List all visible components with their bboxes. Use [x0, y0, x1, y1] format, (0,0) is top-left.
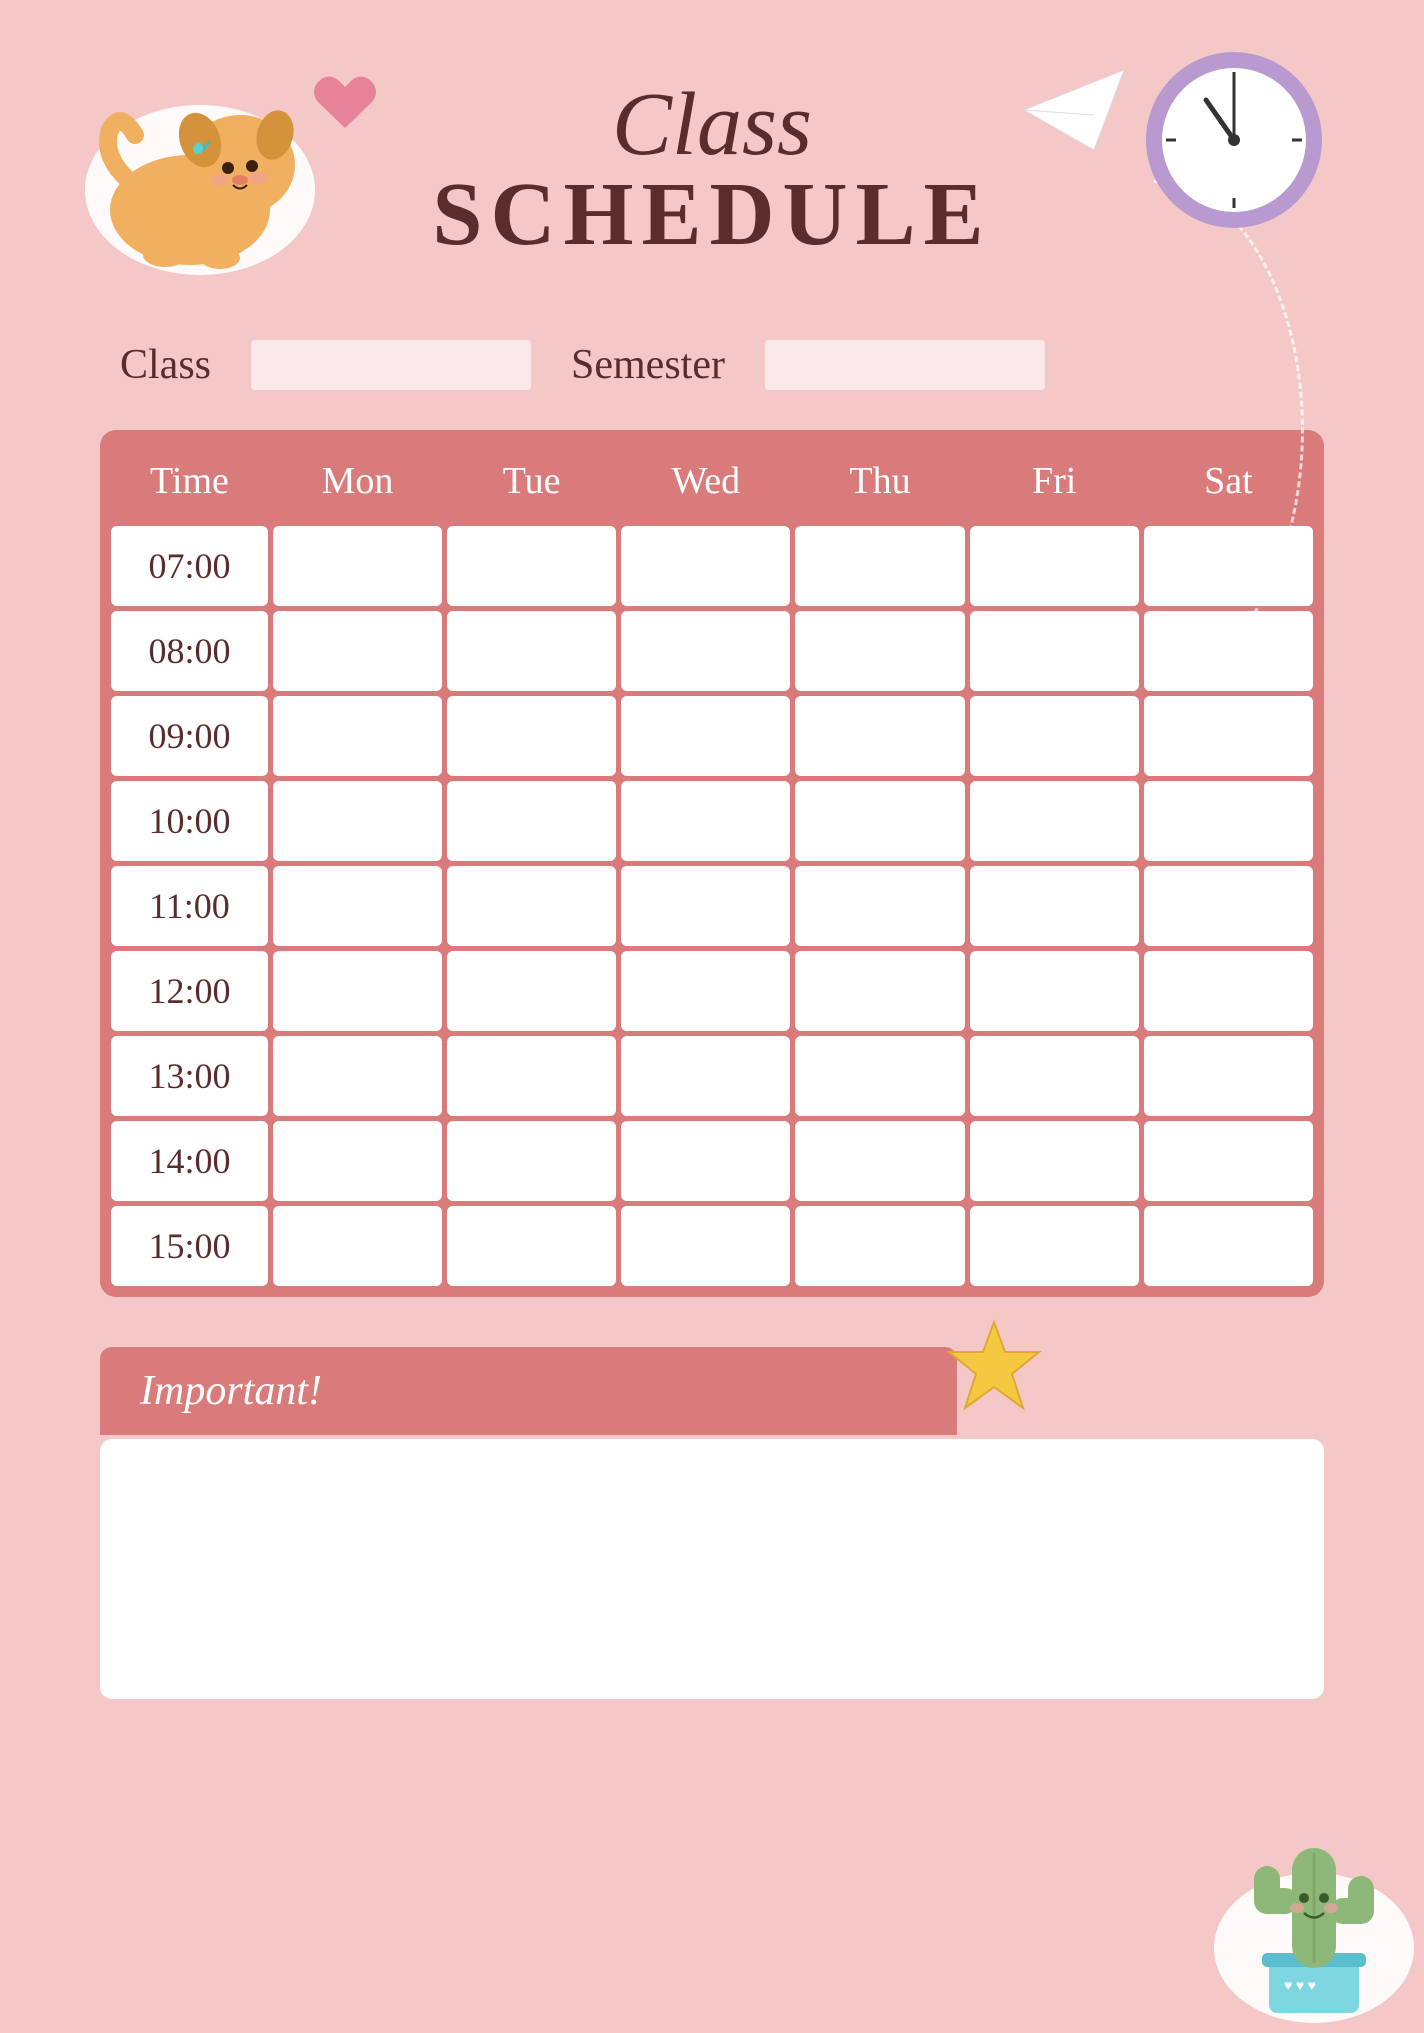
- table-row: 12:00: [111, 951, 1313, 1031]
- schedule-cell-2-0[interactable]: [273, 696, 442, 776]
- clock-illustration: [1144, 50, 1324, 230]
- schedule-cell-4-3[interactable]: [795, 866, 964, 946]
- schedule-cell-2-1[interactable]: [447, 696, 616, 776]
- header-wed: Wed: [621, 441, 790, 521]
- table-row: 15:00: [111, 1206, 1313, 1286]
- schedule-cell-5-2[interactable]: [621, 951, 790, 1031]
- schedule-cell-5-5[interactable]: [1144, 951, 1313, 1031]
- time-cell-4: 11:00: [111, 866, 268, 946]
- schedule-cell-0-4[interactable]: [970, 526, 1139, 606]
- table-row: 09:00: [111, 696, 1313, 776]
- schedule-cell-3-0[interactable]: [273, 781, 442, 861]
- schedule-cell-4-0[interactable]: [273, 866, 442, 946]
- schedule-cell-6-3[interactable]: [795, 1036, 964, 1116]
- time-cell-0: 07:00: [111, 526, 268, 606]
- schedule-cell-7-4[interactable]: [970, 1121, 1139, 1201]
- schedule-cell-1-1[interactable]: [447, 611, 616, 691]
- svg-text:♥ ♥ ♥: ♥ ♥ ♥: [1284, 1979, 1316, 1994]
- schedule-cell-4-4[interactable]: [970, 866, 1139, 946]
- time-cell-2: 09:00: [111, 696, 268, 776]
- schedule-table: Time Mon Tue Wed Thu Fri Sat 07:0008:000…: [106, 436, 1318, 1291]
- dog-illustration: [80, 60, 320, 280]
- header-mon: Mon: [273, 441, 442, 521]
- table-row: 11:00: [111, 866, 1313, 946]
- semester-label: Semester: [571, 341, 725, 389]
- paper-plane-decoration: [1014, 60, 1134, 165]
- schedule-cell-3-2[interactable]: [621, 781, 790, 861]
- schedule-cell-3-1[interactable]: [447, 781, 616, 861]
- schedule-cell-5-0[interactable]: [273, 951, 442, 1031]
- table-row: 08:00: [111, 611, 1313, 691]
- schedule-cell-8-5[interactable]: [1144, 1206, 1313, 1286]
- schedule-cell-7-2[interactable]: [621, 1121, 790, 1201]
- time-cell-3: 10:00: [111, 781, 268, 861]
- schedule-cell-7-3[interactable]: [795, 1121, 964, 1201]
- time-cell-8: 15:00: [111, 1206, 268, 1286]
- schedule-cell-8-1[interactable]: [447, 1206, 616, 1286]
- schedule-cell-5-1[interactable]: [447, 951, 616, 1031]
- schedule-cell-6-0[interactable]: [273, 1036, 442, 1116]
- schedule-cell-1-0[interactable]: [273, 611, 442, 691]
- header-fri: Fri: [970, 441, 1139, 521]
- schedule-cell-5-3[interactable]: [795, 951, 964, 1031]
- schedule-cell-1-2[interactable]: [621, 611, 790, 691]
- schedule-table-container: Time Mon Tue Wed Thu Fri Sat 07:0008:000…: [100, 430, 1324, 1297]
- time-cell-1: 08:00: [111, 611, 268, 691]
- table-row: 13:00: [111, 1036, 1313, 1116]
- schedule-cell-1-3[interactable]: [795, 611, 964, 691]
- semester-input[interactable]: [765, 340, 1045, 390]
- table-header-row: Time Mon Tue Wed Thu Fri Sat: [111, 441, 1313, 521]
- time-cell-7: 14:00: [111, 1121, 268, 1201]
- header-section: Class SCHEDULE: [80, 40, 1344, 300]
- time-cell-6: 13:00: [111, 1036, 268, 1116]
- schedule-cell-3-4[interactable]: [970, 781, 1139, 861]
- schedule-cell-8-3[interactable]: [795, 1206, 964, 1286]
- schedule-cell-7-5[interactable]: [1144, 1121, 1313, 1201]
- schedule-cell-2-4[interactable]: [970, 696, 1139, 776]
- schedule-cell-6-5[interactable]: [1144, 1036, 1313, 1116]
- schedule-cell-4-5[interactable]: [1144, 866, 1313, 946]
- schedule-cell-2-3[interactable]: [795, 696, 964, 776]
- star-decoration: [944, 1317, 1044, 1422]
- table-row: 07:00: [111, 526, 1313, 606]
- schedule-cell-3-5[interactable]: [1144, 781, 1313, 861]
- schedule-cell-2-5[interactable]: [1144, 696, 1313, 776]
- class-label: Class: [120, 341, 211, 389]
- important-section: Important!: [100, 1347, 1324, 1699]
- schedule-cell-2-2[interactable]: [621, 696, 790, 776]
- header-time: Time: [111, 441, 268, 521]
- table-row: 14:00: [111, 1121, 1313, 1201]
- important-body[interactable]: [100, 1439, 1324, 1699]
- schedule-cell-6-1[interactable]: [447, 1036, 616, 1116]
- title-area: Class SCHEDULE: [432, 80, 991, 260]
- cactus-illustration: ♥ ♥ ♥: [1204, 1748, 1424, 2028]
- title-schedule: SCHEDULE: [432, 170, 991, 260]
- table-row: 10:00: [111, 781, 1313, 861]
- class-input[interactable]: [251, 340, 531, 390]
- schedule-cell-8-4[interactable]: [970, 1206, 1139, 1286]
- page: Class SCHEDULE Class Semester Time Mon T…: [0, 0, 1424, 1968]
- schedule-cell-0-0[interactable]: [273, 526, 442, 606]
- schedule-cell-8-2[interactable]: [621, 1206, 790, 1286]
- schedule-cell-3-3[interactable]: [795, 781, 964, 861]
- schedule-cell-1-4[interactable]: [970, 611, 1139, 691]
- schedule-cell-0-2[interactable]: [621, 526, 790, 606]
- schedule-cell-6-4[interactable]: [970, 1036, 1139, 1116]
- schedule-cell-0-3[interactable]: [795, 526, 964, 606]
- title-class: Class: [432, 80, 991, 170]
- schedule-cell-0-1[interactable]: [447, 526, 616, 606]
- schedule-cell-6-2[interactable]: [621, 1036, 790, 1116]
- heart-decoration: [310, 70, 380, 150]
- header-tue: Tue: [447, 441, 616, 521]
- time-cell-5: 12:00: [111, 951, 268, 1031]
- important-header: Important!: [100, 1347, 957, 1435]
- schedule-cell-4-1[interactable]: [447, 866, 616, 946]
- header-thu: Thu: [795, 441, 964, 521]
- schedule-cell-7-1[interactable]: [447, 1121, 616, 1201]
- schedule-cell-4-2[interactable]: [621, 866, 790, 946]
- schedule-cell-7-0[interactable]: [273, 1121, 442, 1201]
- schedule-cell-8-0[interactable]: [273, 1206, 442, 1286]
- schedule-cell-5-4[interactable]: [970, 951, 1139, 1031]
